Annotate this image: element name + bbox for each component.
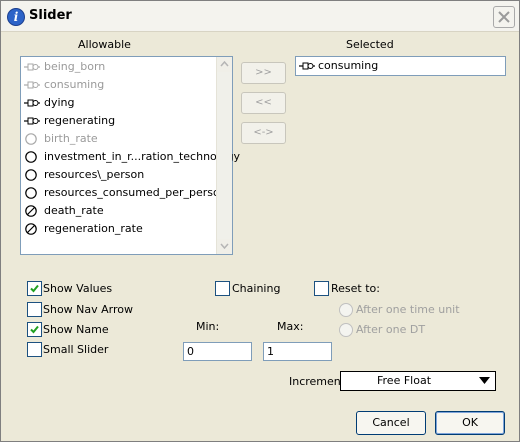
chevron-up-icon [220,61,229,67]
show-values-checkbox[interactable] [27,281,42,296]
show-name-checkbox[interactable] [27,322,42,337]
chaining-label: Chaining [232,282,281,295]
window-title: Slider [29,8,72,23]
list-item-label: birth_rate [44,132,98,145]
small-slider-label: Small Slider [43,343,109,356]
cancel-button[interactable]: Cancel [356,411,426,435]
remove-button[interactable]: << [241,92,286,114]
list-item-label: resources\_person [44,168,145,181]
reset-to-label: Reset to: [331,282,380,295]
list-item[interactable]: regeneration_rate [24,220,214,238]
dropdown-arrow-icon [479,377,490,384]
flow-icon [24,81,40,89]
min-field[interactable] [183,342,252,361]
list-item-label: regeneration_rate [44,222,143,235]
converter-icon [25,151,37,163]
after-one-dt-radio[interactable] [339,323,353,337]
max-label: Max: [277,320,304,333]
list-item[interactable]: consuming [24,76,214,94]
max-field[interactable] [263,342,332,361]
flow-icon [24,99,40,107]
close-button[interactable] [493,6,515,28]
converter-icon [25,133,37,145]
min-label: Min: [196,320,220,333]
selected-item-label: consuming [318,59,379,72]
selected-header: Selected [346,38,394,51]
close-icon [498,11,510,23]
after-one-time-unit-radio[interactable] [339,303,353,317]
slider-dialog: i Slider Allowable being_born consuming dy… [0,0,520,442]
list-item-label: dying [44,96,75,109]
list-item[interactable]: regenerating [24,112,214,130]
graphical-converter-icon [25,223,37,235]
list-item[interactable]: dying [24,94,214,112]
ok-button[interactable]: OK [435,411,505,435]
max-input[interactable] [264,343,331,360]
info-icon: i [7,8,25,26]
show-values-label: Show Values [43,282,113,295]
scroll-down-button[interactable] [217,239,232,254]
check-icon [30,325,39,334]
converter-icon [25,169,37,181]
small-slider-checkbox[interactable] [27,342,42,357]
title-bar[interactable]: i Slider [1,1,519,32]
list-item-label: regenerating [44,114,116,127]
list-item-label: death_rate [44,204,104,217]
swap-button[interactable]: <-> [241,122,286,144]
show-nav-arrow-checkbox[interactable] [27,302,42,317]
selected-list[interactable]: consuming [295,56,506,76]
list-item-label: resources_consumed_per_person [44,186,227,199]
allowable-list[interactable]: being_born consuming dying regenerating birt… [20,56,240,255]
flow-icon [24,117,40,125]
list-item[interactable]: investment_in_r...ration_technology [24,148,240,166]
converter-icon [25,187,37,199]
after-one-dt-label: After one DT [356,323,426,336]
chaining-checkbox[interactable] [215,281,230,296]
list-item-label: investment_in_r...ration_technology [44,150,241,163]
scroll-up-button[interactable] [217,57,232,72]
min-input[interactable] [184,343,251,360]
reset-to-checkbox[interactable] [314,281,329,296]
flow-icon [299,62,315,70]
list-item[interactable]: death_rate [24,202,214,220]
flow-icon [24,63,40,71]
allowable-scrollbar[interactable] [216,57,232,254]
graphical-converter-icon [25,205,37,217]
add-button[interactable]: >> [241,62,286,84]
increment-value: Free Float [377,374,432,387]
chevron-down-icon [220,243,229,249]
list-item[interactable]: being_born [24,58,214,76]
allowable-header: Allowable [78,38,131,51]
show-nav-arrow-label: Show Nav Arrow [43,303,134,316]
list-item[interactable]: resources_consumed_per_person [24,184,227,202]
list-item[interactable]: birth_rate [24,130,214,148]
show-name-label: Show Name [43,323,109,336]
check-icon [30,284,39,293]
list-item-label: consuming [44,78,105,91]
list-item-label: being_born [44,60,106,73]
list-item[interactable]: resources\_person [24,166,214,184]
after-one-time-unit-label: After one time unit [356,303,460,316]
increment-select[interactable]: Free Float [340,371,496,391]
